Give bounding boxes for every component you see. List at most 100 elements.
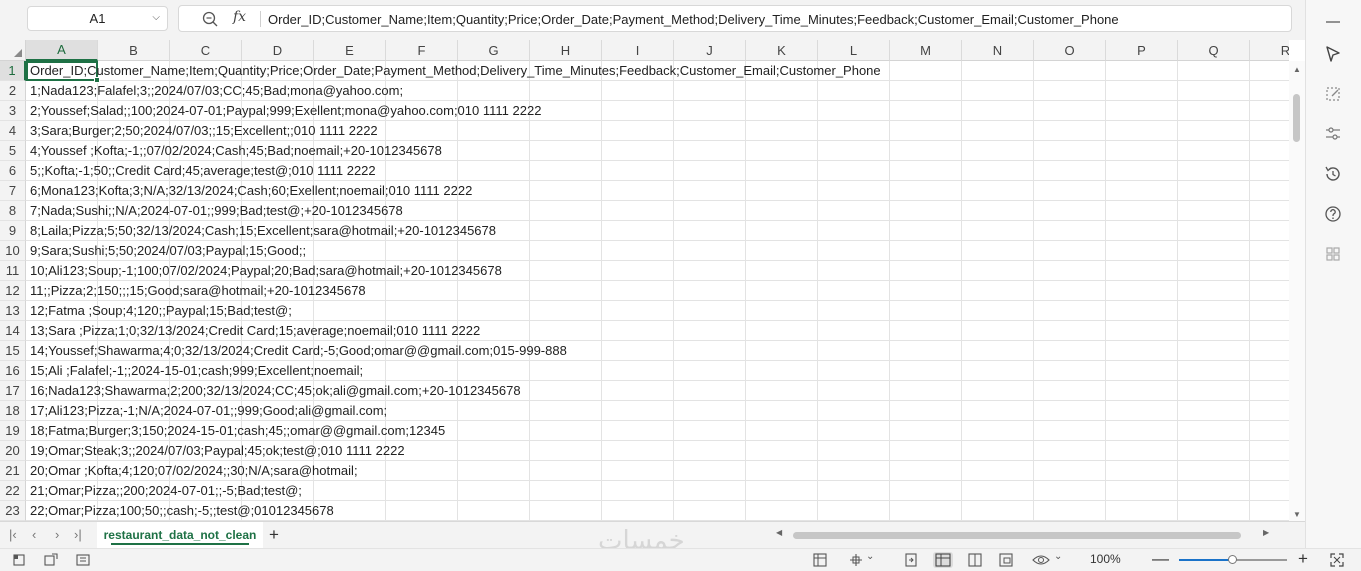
row-header[interactable]: 6: [0, 161, 26, 181]
row-header[interactable]: 9: [0, 221, 26, 241]
page-layout-icon[interactable]: [75, 552, 91, 568]
row-header[interactable]: 1: [0, 61, 26, 81]
scroll-right-icon[interactable]: ▶: [1263, 528, 1269, 537]
zoom-out-icon[interactable]: —: [1152, 549, 1169, 569]
column-header-o[interactable]: O: [1034, 40, 1106, 61]
row-header[interactable]: 5: [0, 141, 26, 161]
horizontal-scroll-thumb[interactable]: [793, 532, 1241, 539]
cell-a15[interactable]: 14;Youssef;Shawarma;4;0;32/13/2024;Credi…: [30, 341, 567, 361]
row-header[interactable]: 17: [0, 381, 26, 401]
cell-a12[interactable]: 11;;Pizza;2;150;;;15;Good;sara@hotmail;+…: [30, 281, 366, 301]
chevron-down-icon[interactable]: ⌄: [866, 551, 874, 562]
scroll-left-icon[interactable]: ◀: [776, 528, 782, 537]
formula-input[interactable]: fx Order_ID;Customer_Name;Item;Quantity;…: [178, 5, 1292, 32]
column-header-m[interactable]: M: [890, 40, 962, 61]
cell-a10[interactable]: 9;Sara;Sushi;5;50;2024/07/03;Paypal;15;G…: [30, 241, 306, 261]
cell-a17[interactable]: 16;Nada123;Shawarma;2;200;32/13/2024;CC;…: [30, 381, 521, 401]
cell-a13[interactable]: 12;Fatma ;Soup;4;120;;Paypal;15;Bad;test…: [30, 301, 292, 321]
cell-a19[interactable]: 18;Fatma;Burger;3;150;2024-15-01;cash;45…: [30, 421, 445, 441]
row-header[interactable]: 10: [0, 241, 26, 261]
freeze-panes-icon[interactable]: [903, 552, 919, 568]
relative-reference-icon[interactable]: [1323, 84, 1343, 104]
select-all-button[interactable]: [0, 40, 26, 61]
help-icon[interactable]: [1323, 204, 1343, 224]
row-header[interactable]: 23: [0, 501, 26, 521]
cell-a4[interactable]: 3;Sara;Burger;2;50;2024/07/03;;15;Excell…: [30, 121, 378, 141]
cell-a9[interactable]: 8;Laila;Pizza;5;50;32/13/2024;Cash;15;Ex…: [30, 221, 496, 241]
name-box[interactable]: A1 ⌵: [27, 6, 168, 31]
chevron-down-icon[interactable]: ⌄: [1054, 551, 1062, 562]
column-header-d[interactable]: D: [242, 40, 314, 61]
next-sheet-icon[interactable]: ›: [55, 527, 59, 542]
cell-a14[interactable]: 13;Sara ;Pizza;1;0;32/13/2024;Credit Car…: [30, 321, 480, 341]
function-icon[interactable]: fx: [233, 9, 246, 25]
prev-sheet-icon[interactable]: ‹: [32, 527, 36, 542]
cell-a20[interactable]: 19;Omar;Steak;3;;2024/07/03;Paypal;45;ok…: [30, 441, 405, 461]
row-header[interactable]: 16: [0, 361, 26, 381]
row-header[interactable]: 19: [0, 421, 26, 441]
move-icon[interactable]: [848, 552, 864, 568]
cell-a6[interactable]: 5;;Kofta;-1;50;;Credit Card;45;average;t…: [30, 161, 376, 181]
layout-break-icon[interactable]: [998, 552, 1014, 568]
column-header-c[interactable]: C: [170, 40, 242, 61]
history-icon[interactable]: [1323, 164, 1343, 184]
column-header-l[interactable]: L: [818, 40, 890, 61]
formula-content[interactable]: Order_ID;Customer_Name;Item;Quantity;Pri…: [268, 12, 1119, 27]
column-header-j[interactable]: J: [674, 40, 746, 61]
cell-a16[interactable]: 15;Ali ;Falafel;-1;;2024-15-01;cash;999;…: [30, 361, 363, 381]
column-header-i[interactable]: I: [602, 40, 674, 61]
filter-settings-icon[interactable]: [1323, 124, 1343, 144]
column-header-g[interactable]: G: [458, 40, 530, 61]
cell-a2[interactable]: 1;Nada123;Falafel;3;;2024/07/03;CC;45;Ba…: [30, 81, 403, 101]
row-header[interactable]: 12: [0, 281, 26, 301]
cell-a18[interactable]: 17;Ali123;Pizza;-1;N/A;2024-07-01;;999;G…: [30, 401, 387, 421]
row-header[interactable]: 13: [0, 301, 26, 321]
row-header[interactable]: 8: [0, 201, 26, 221]
last-sheet-icon[interactable]: ›|: [74, 527, 82, 542]
row-header[interactable]: 3: [0, 101, 26, 121]
zoom-level[interactable]: 100%: [1090, 552, 1121, 566]
cell-a22[interactable]: 21;Omar;Pizza;;200;2024-07-01;;-5;Bad;te…: [30, 481, 302, 501]
column-header-b[interactable]: B: [98, 40, 170, 61]
row-header[interactable]: 7: [0, 181, 26, 201]
row-header[interactable]: 21: [0, 461, 26, 481]
column-header-n[interactable]: N: [962, 40, 1034, 61]
column-header-p[interactable]: P: [1106, 40, 1178, 61]
table-format-icon[interactable]: [812, 552, 828, 568]
column-header-h[interactable]: H: [530, 40, 602, 61]
add-sheet-icon[interactable]: +: [269, 525, 279, 545]
row-header[interactable]: 20: [0, 441, 26, 461]
column-header-a[interactable]: A: [26, 40, 98, 61]
chevron-down-icon[interactable]: ⌵: [152, 12, 160, 23]
zoom-search-icon[interactable]: [201, 10, 219, 28]
column-header-e[interactable]: E: [314, 40, 386, 61]
cell-area[interactable]: Order_ID;Customer_Name;Item;Quantity;Pri…: [26, 61, 1289, 521]
grid-app-icon[interactable]: [1323, 244, 1343, 264]
cell-mode-icon[interactable]: [11, 552, 27, 568]
cell-a8[interactable]: 7;Nada;Sushi;;N/A;2024-07-01;;999;Bad;te…: [30, 201, 403, 221]
first-sheet-icon[interactable]: |‹: [9, 527, 17, 542]
pointer-select-icon[interactable]: [1323, 44, 1343, 64]
accessibility-icon[interactable]: [43, 552, 59, 568]
vertical-scrollbar[interactable]: ▲ ▼: [1289, 61, 1305, 521]
scroll-down-icon[interactable]: ▼: [1293, 510, 1301, 519]
cell-a1[interactable]: Order_ID;Customer_Name;Item;Quantity;Pri…: [30, 61, 881, 81]
vertical-scroll-thumb[interactable]: [1293, 94, 1300, 142]
zoom-slider-knob[interactable]: [1228, 555, 1237, 564]
cell-a3[interactable]: 2;Youssef;Salad;;100;2024-07-01;Paypal;9…: [30, 101, 541, 121]
row-header[interactable]: 15: [0, 341, 26, 361]
row-header[interactable]: 22: [0, 481, 26, 501]
view-eye-icon[interactable]: [1031, 552, 1051, 568]
row-header[interactable]: 11: [0, 261, 26, 281]
cell-a11[interactable]: 10;Ali123;Soup;-1;100;07/02/2024;Paypal;…: [30, 261, 502, 281]
row-header[interactable]: 14: [0, 321, 26, 341]
zoom-in-icon[interactable]: +: [1298, 549, 1308, 569]
scroll-up-icon[interactable]: ▲: [1293, 65, 1301, 74]
column-header-f[interactable]: F: [386, 40, 458, 61]
row-header[interactable]: 2: [0, 81, 26, 101]
row-header[interactable]: 18: [0, 401, 26, 421]
sheet-tab-active[interactable]: restaurant_data_not_clean: [97, 522, 263, 548]
column-header-k[interactable]: K: [746, 40, 818, 61]
layout-page-icon[interactable]: [967, 552, 983, 568]
layout-normal-icon[interactable]: [933, 552, 953, 568]
